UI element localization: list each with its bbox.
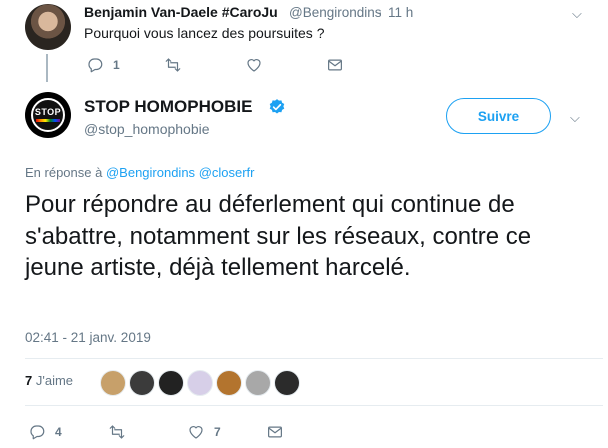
dm-button[interactable] xyxy=(266,422,284,442)
like-icon xyxy=(247,59,261,72)
verified-badge-icon xyxy=(269,99,285,114)
author-handle[interactable]: @stop_homophobie xyxy=(84,121,210,137)
mention-link[interactable]: @closerfr xyxy=(199,165,255,180)
author-name[interactable]: Benjamin Van-Daele #CaroJu xyxy=(84,4,278,20)
reply-button[interactable]: 4 xyxy=(28,422,62,442)
retweet-icon xyxy=(165,58,181,72)
author-name[interactable]: STOP HOMOPHOBIE xyxy=(84,97,252,117)
liker-avatar[interactable] xyxy=(216,370,242,396)
dm-icon xyxy=(328,59,342,71)
tweet-timestamp[interactable]: 02:41 - 21 janv. 2019 xyxy=(25,330,151,345)
liker-avatar[interactable] xyxy=(274,370,300,396)
tweet-text: Pour répondre au déferlement qui continu… xyxy=(25,191,532,281)
dm-icon xyxy=(268,426,282,438)
stop-homophobie-logo: STOP xyxy=(31,98,65,132)
mention-link[interactable]: @Bengirondins xyxy=(106,165,195,180)
tweet-text: Pourquoi vous lancez des poursuites ? xyxy=(84,25,325,41)
like-count: 7 xyxy=(214,425,221,439)
avatar[interactable]: STOP xyxy=(25,92,71,138)
like-icon xyxy=(189,426,203,439)
likes-count: 7 xyxy=(25,373,33,388)
divider xyxy=(25,405,603,406)
separator-dot: · xyxy=(378,5,383,20)
dm-button[interactable] xyxy=(326,55,344,75)
chevron-down-icon[interactable]: ⌵ xyxy=(570,110,580,126)
thread-connector xyxy=(46,54,48,82)
liker-avatar[interactable] xyxy=(187,370,213,396)
reply-count: 4 xyxy=(55,425,62,439)
retweet-button[interactable] xyxy=(108,422,126,442)
liker-avatar[interactable] xyxy=(245,370,271,396)
liker-avatar[interactable] xyxy=(100,370,126,396)
avatar[interactable] xyxy=(25,4,71,50)
follow-button[interactable]: Suivre xyxy=(446,98,551,134)
reply-count: 1 xyxy=(113,58,120,72)
in-reply-prefix: En réponse à xyxy=(25,165,103,180)
liker-avatars xyxy=(100,370,303,396)
retweet-button[interactable] xyxy=(164,55,182,75)
chevron-down-icon[interactable]: ⌵ xyxy=(572,6,582,22)
liker-avatar[interactable] xyxy=(158,370,184,396)
like-button[interactable]: 7 xyxy=(187,422,221,442)
retweet-icon xyxy=(109,425,125,439)
likes-summary[interactable]: 7 J'aime xyxy=(25,373,73,388)
in-reply-to: En réponse à @Bengirondins @closerfr xyxy=(25,165,255,180)
likes-label: J'aime xyxy=(35,373,74,388)
reply-icon xyxy=(30,425,45,440)
divider xyxy=(25,358,603,359)
reply-button[interactable]: 1 xyxy=(86,55,120,75)
tweet-time[interactable]: 11 h xyxy=(388,5,413,20)
liker-avatar[interactable] xyxy=(129,370,155,396)
like-button[interactable] xyxy=(245,55,263,75)
reply-icon xyxy=(88,58,103,73)
author-handle[interactable]: @Bengirondins xyxy=(289,5,382,20)
